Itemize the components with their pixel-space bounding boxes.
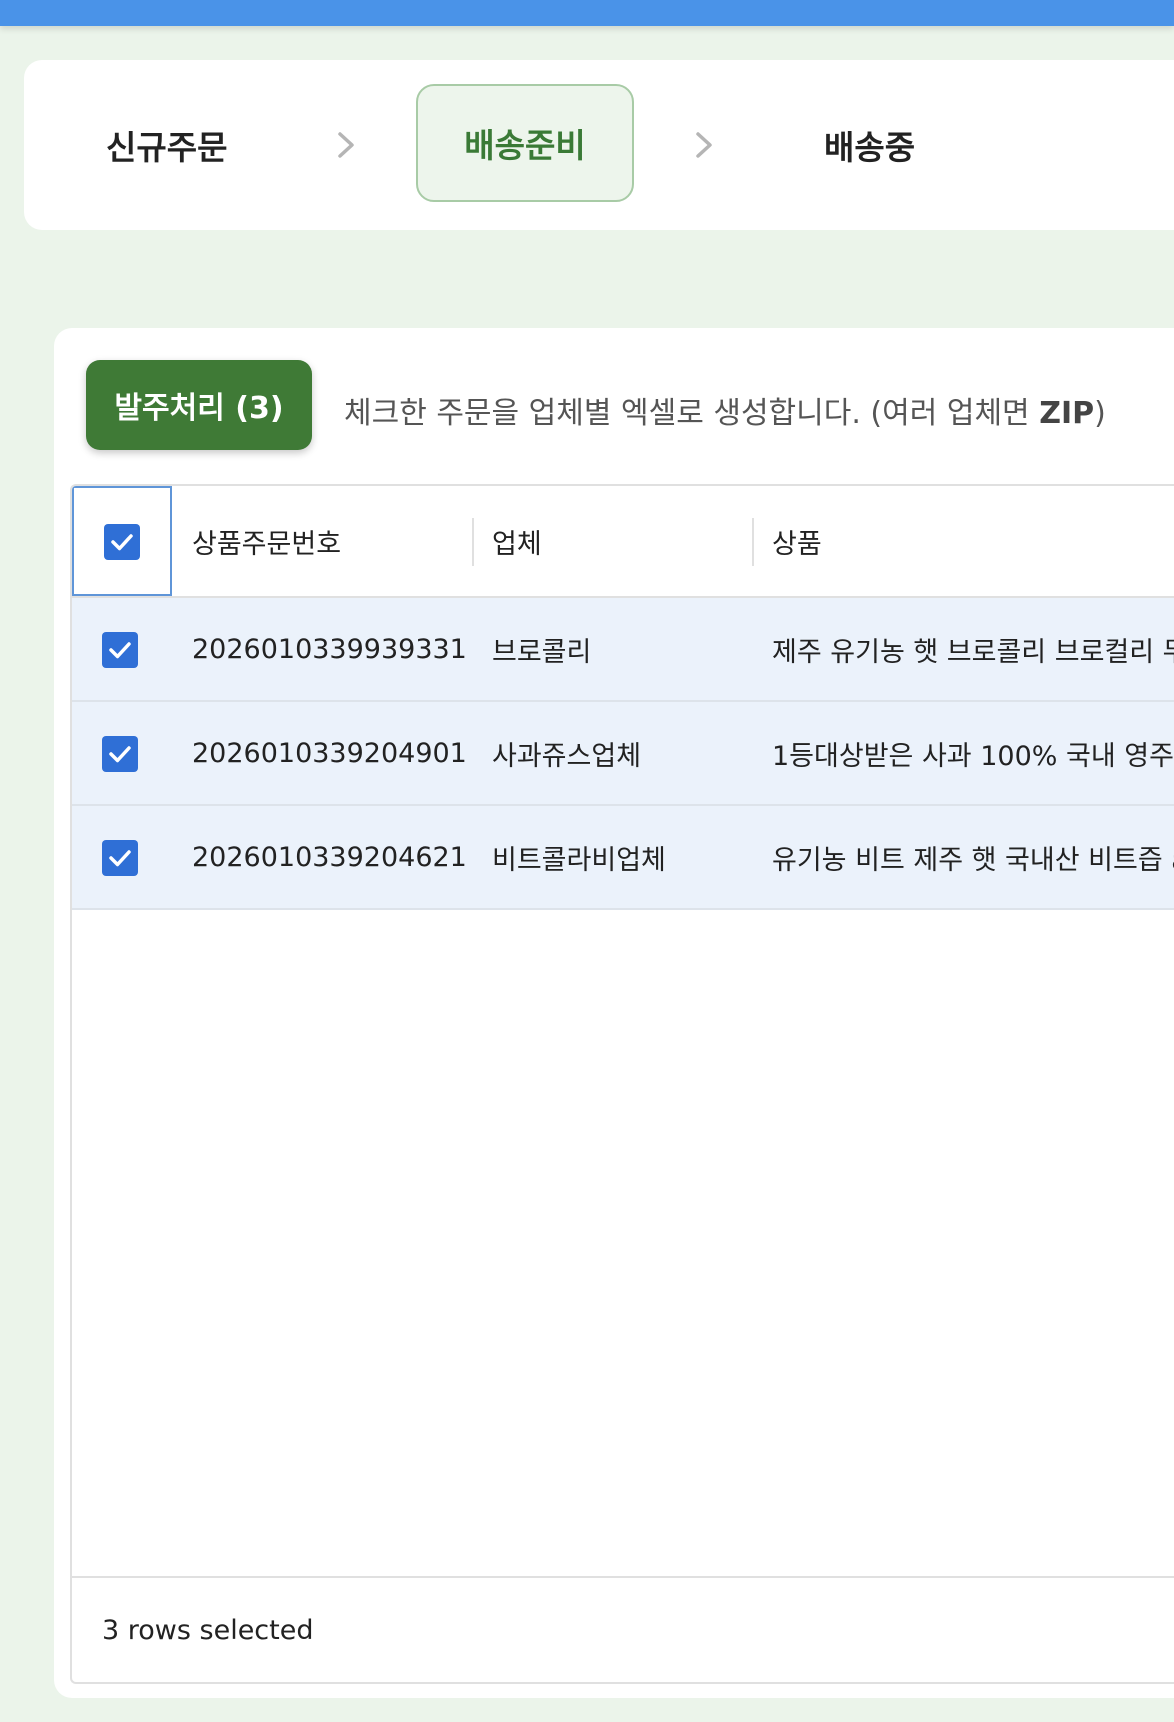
row-checkbox[interactable] — [102, 736, 138, 772]
top-app-bar — [0, 0, 1174, 26]
select-all-cell — [72, 486, 172, 596]
checkmark-icon — [111, 534, 133, 551]
table-row[interactable]: 2026010339204621 비트콜라비업체 유기농 비트 제주 햇 국내산… — [72, 806, 1174, 910]
action-hint: 체크한 주문을 업체별 엑셀로 생성합니다. (여러 업체면 ZIP) — [344, 396, 1106, 431]
checkmark-icon — [109, 746, 131, 763]
checkmark-icon — [109, 642, 131, 659]
cell-product: 1등대상받은 사과 100% 국내 영주 사 — [772, 740, 1174, 772]
grid-header: 상품주문번호 업체 상품 — [72, 486, 1174, 598]
cell-vendor: 비트콜라비업체 — [492, 844, 666, 876]
chevron-right-icon — [696, 132, 712, 158]
order-status-stepper: 신규주문 배송준비 배송중 — [24, 60, 1174, 230]
chevron-right-icon — [338, 132, 354, 158]
cell-order-no: 2026010339204901 — [192, 737, 467, 769]
row-checkbox[interactable] — [102, 632, 138, 668]
step-ready-to-ship[interactable]: 배송준비 — [416, 84, 634, 202]
row-checkbox[interactable] — [102, 840, 138, 876]
grid-footer: 3 rows selected — [72, 1576, 1174, 1682]
select-all-checkbox[interactable] — [104, 524, 140, 560]
cell-order-no: 2026010339204621 — [192, 841, 467, 873]
table-row[interactable]: 2026010339939331 브로콜리 제주 유기농 햇 브로콜리 브로컬리… — [72, 598, 1174, 702]
selection-count: 3 rows selected — [102, 1614, 314, 1646]
checkmark-icon — [109, 850, 131, 867]
cell-vendor: 사과쥬스업체 — [492, 740, 642, 772]
column-header-vendor[interactable]: 업체 — [492, 486, 542, 596]
column-separator[interactable] — [472, 518, 474, 566]
cell-vendor: 브로콜리 — [492, 636, 592, 668]
orders-panel: 발주처리 (3) 체크한 주문을 업체별 엑셀로 생성합니다. (여러 업체면 … — [54, 328, 1174, 1698]
table-row[interactable]: 2026010339204901 사과쥬스업체 1등대상받은 사과 100% 국… — [72, 702, 1174, 806]
orders-grid: 상품주문번호 업체 상품 2026010339939331 브로콜리 제주 유기… — [70, 484, 1174, 1684]
step-new-order[interactable]: 신규주문 — [106, 60, 227, 230]
cell-product: 제주 유기농 햇 브로콜리 브로컬리 무 — [772, 636, 1174, 668]
process-order-button[interactable]: 발주처리 (3) — [86, 360, 312, 450]
step-shipping[interactable]: 배송중 — [824, 60, 915, 230]
cell-product: 유기농 비트 제주 햇 국내산 비트즙 a — [772, 844, 1174, 876]
column-header-product[interactable]: 상품 — [772, 486, 822, 596]
column-separator[interactable] — [752, 518, 754, 566]
column-header-order-no[interactable]: 상품주문번호 — [192, 486, 341, 596]
cell-order-no: 2026010339939331 — [192, 633, 467, 665]
